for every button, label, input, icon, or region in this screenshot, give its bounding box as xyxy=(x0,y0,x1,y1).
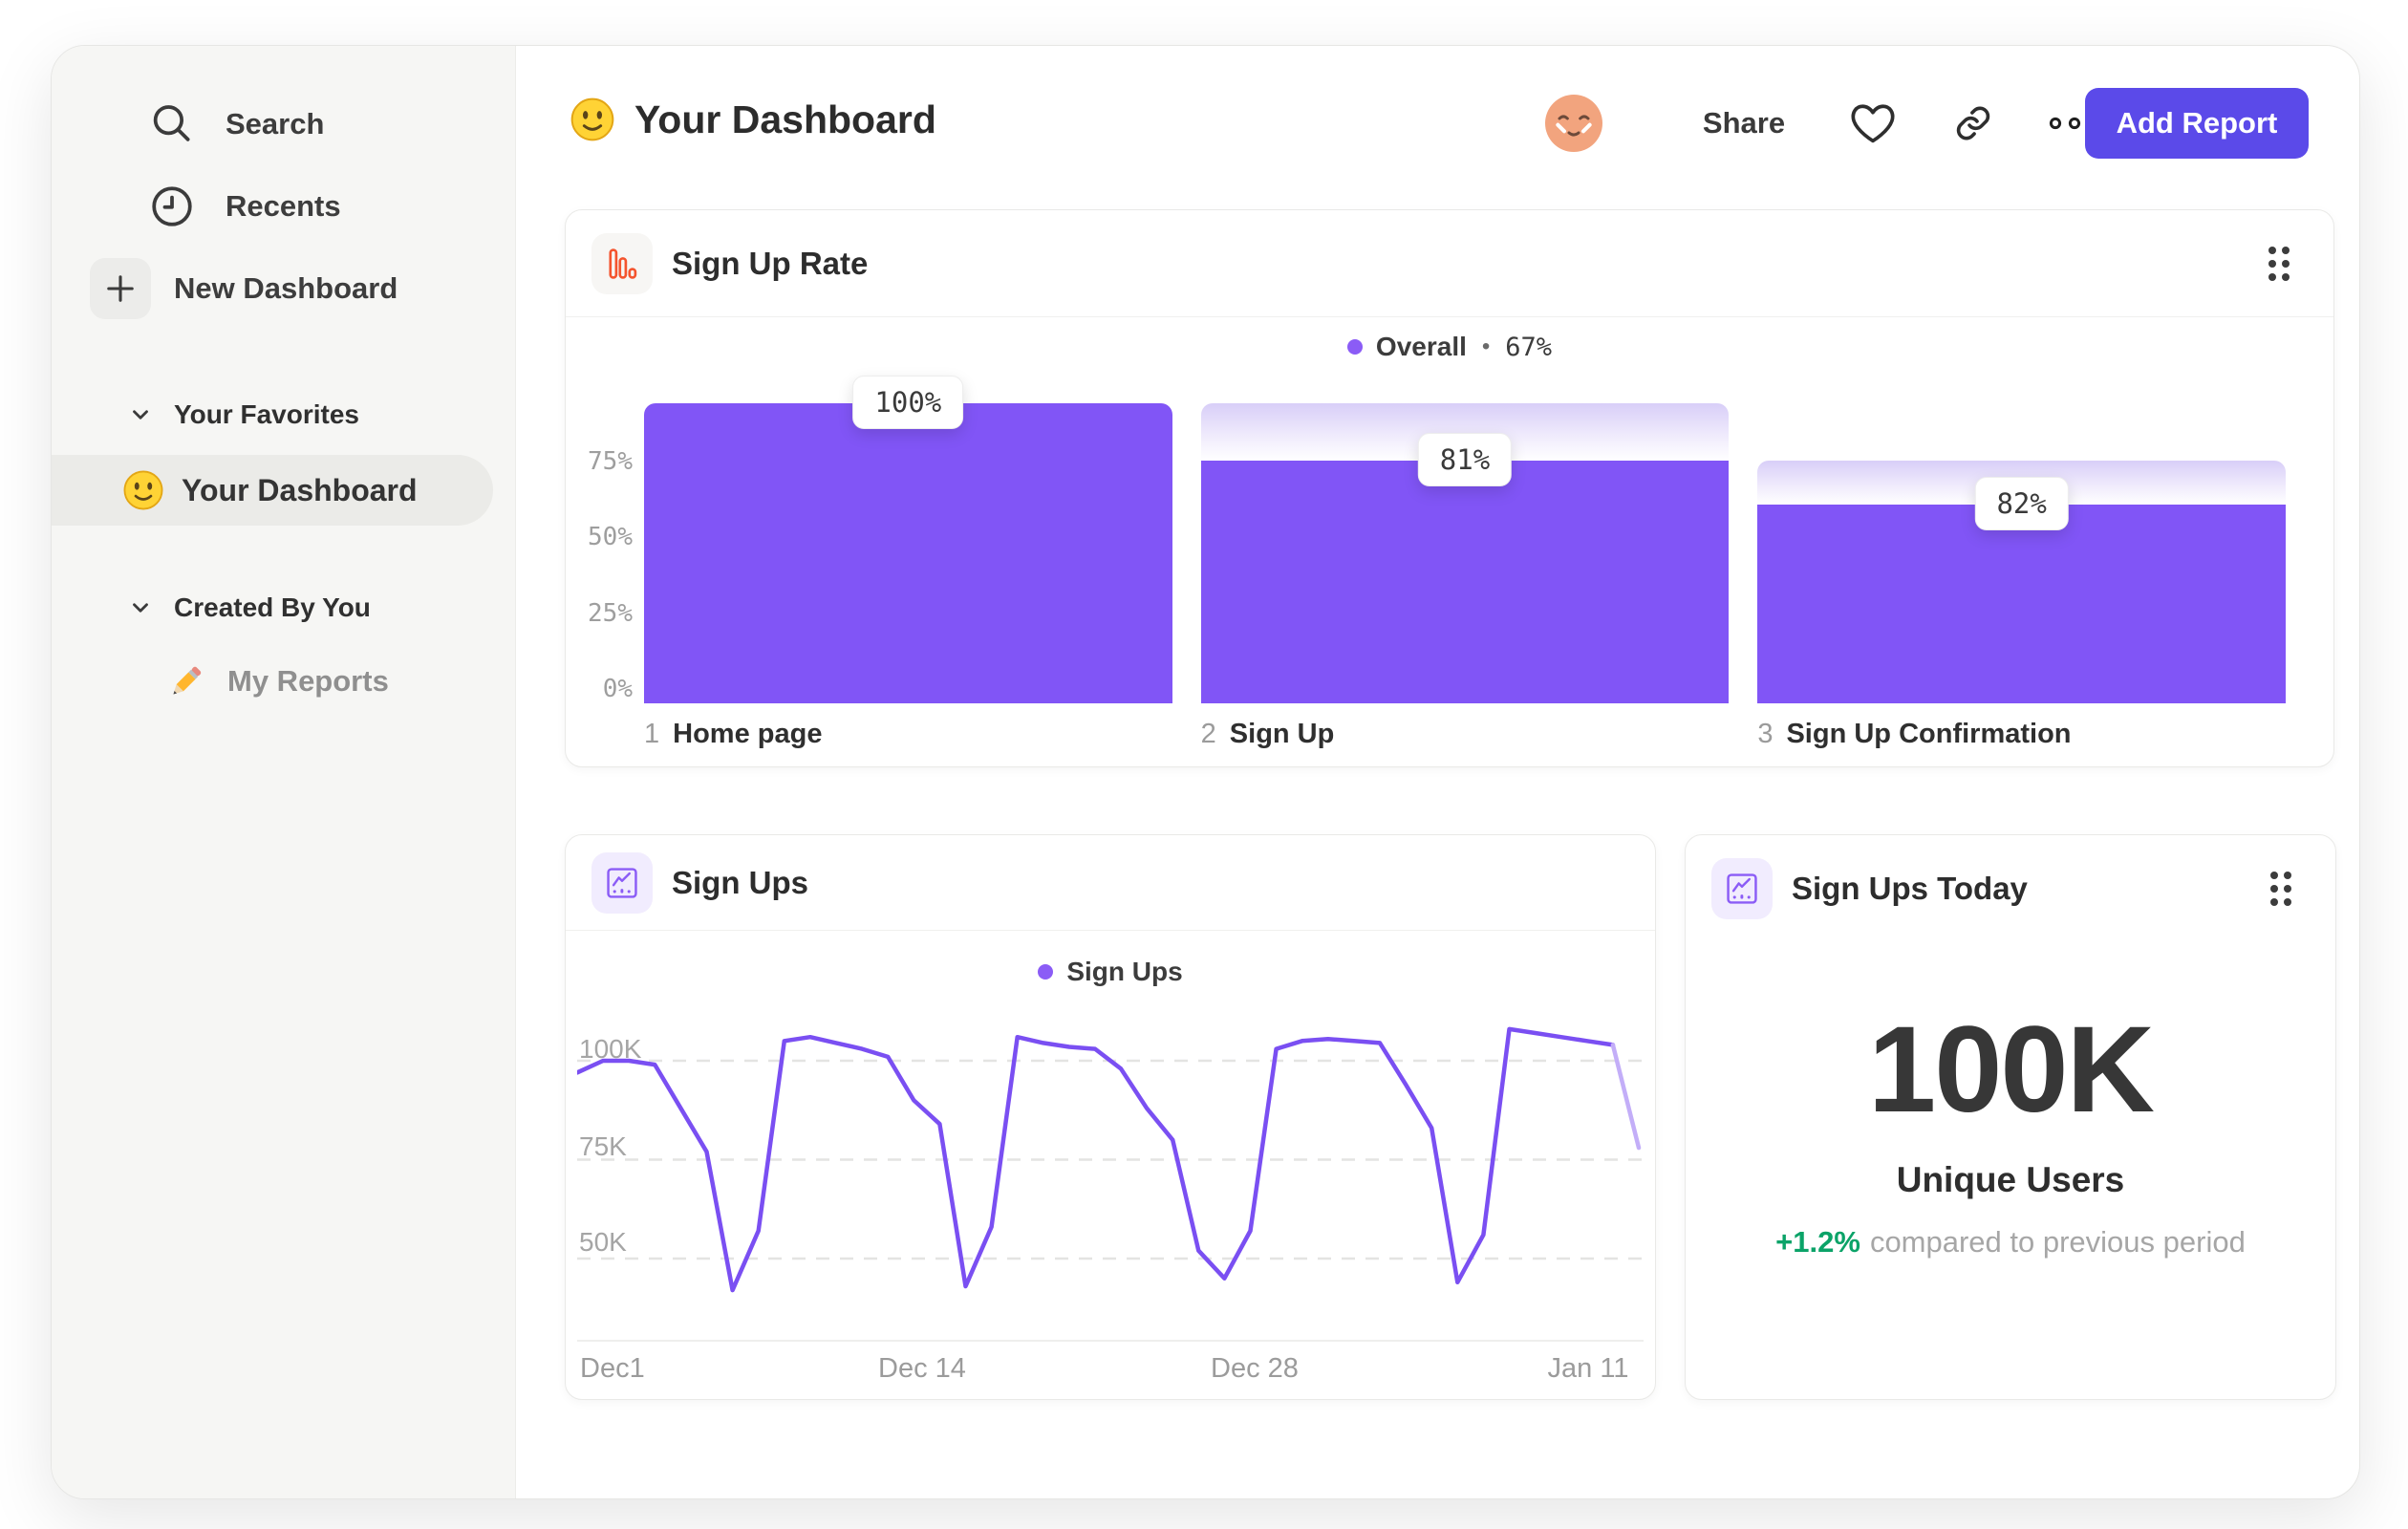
funnel-badge: 82% xyxy=(1974,476,2069,530)
card-title: Sign Ups Today xyxy=(1792,871,2028,906)
drag-handle-icon[interactable] xyxy=(2263,239,2295,289)
chevron-down-icon xyxy=(133,603,148,613)
funnel-step-label: 3 Sign Up Confirmation xyxy=(1757,719,2072,749)
smiley-emoji-icon xyxy=(123,470,163,510)
y-tick: 100K xyxy=(579,1034,642,1064)
x-tick: Jan 11 xyxy=(1547,1353,1629,1384)
x-axis-line xyxy=(577,1340,1644,1342)
funnel-bar-sign-up-confirmation: 82% xyxy=(1757,403,2286,703)
sidebar-item-label: My Reports xyxy=(227,664,389,698)
sidebar-item-search[interactable]: Search xyxy=(147,94,324,155)
x-tick: Dec 28 xyxy=(1211,1353,1299,1384)
sidebar-item-new-dashboard[interactable]: New Dashboard xyxy=(90,258,398,319)
funnel-legend: Overall • 67% xyxy=(566,332,2333,362)
x-tick: Dec1 xyxy=(580,1353,645,1384)
drag-handle-icon[interactable] xyxy=(2265,864,2297,914)
funnel-chart-icon xyxy=(591,232,653,294)
sidebar-section-created-by-you[interactable]: Created By You xyxy=(128,592,371,623)
x-tick: Dec 14 xyxy=(878,1353,966,1384)
funnel-step-label: 1 Home page xyxy=(644,719,823,749)
signup-rate-card: Sign Up Rate Overall • 67% 75% 50% 25% 0… xyxy=(565,209,2334,767)
line-chart-svg xyxy=(577,1026,1644,1293)
line-chart-icon xyxy=(1711,858,1773,919)
favorite-heart-icon[interactable] xyxy=(1848,98,1898,148)
sidebar-item-my-reports[interactable]: My Reports xyxy=(164,651,389,712)
sign-ups-today-header: Sign Ups Today xyxy=(1686,835,2335,942)
funnel-badge: 100% xyxy=(852,376,964,429)
y-tick: 25% xyxy=(588,599,633,628)
y-tick: 75% xyxy=(588,447,633,476)
pencil-emoji-icon xyxy=(173,666,202,695)
y-tick: 50% xyxy=(588,523,633,551)
card-title: Sign Up Rate xyxy=(672,245,869,281)
funnel-step-label: 2 Sign Up xyxy=(1200,719,1335,749)
app-window: Search Recents New Dashboard Your Favori… xyxy=(51,45,2360,1499)
sign-ups-card-header: Sign Ups xyxy=(566,835,1655,931)
kpi-label: Unique Users xyxy=(1896,1160,2125,1199)
plus-icon xyxy=(90,258,151,319)
sidebar-item-your-dashboard[interactable]: Your Dashboard xyxy=(52,455,493,526)
signup-rate-card-header: Sign Up Rate xyxy=(566,210,2333,317)
card-title: Sign Ups xyxy=(672,864,809,900)
avatar[interactable] xyxy=(1545,95,1602,152)
y-tick: 75K xyxy=(579,1131,627,1161)
y-tick: 0% xyxy=(602,675,633,703)
search-icon xyxy=(153,105,190,141)
kpi-change-caption: compared to previous period xyxy=(1869,1225,2246,1259)
sidebar-item-label: Your Dashboard xyxy=(182,472,418,507)
line-legend: Sign Ups xyxy=(566,957,1655,987)
sidebar-section-favorites[interactable]: Your Favorites xyxy=(128,399,359,430)
sidebar-item-label: Recents xyxy=(226,189,341,223)
funnel-step-labels: 1 Home page 2 Sign Up 3 Sign Up Confirmatio… xyxy=(644,719,2286,757)
share-button[interactable]: Share xyxy=(1703,106,1785,140)
sidebar-item-label: New Dashboard xyxy=(174,271,398,305)
chevron-down-icon xyxy=(133,410,148,420)
funnel-bar-sign-up: 81% xyxy=(1200,403,1730,703)
funnel-badge: 81% xyxy=(1417,432,1513,486)
legend-dot xyxy=(1346,339,1363,355)
sign-ups-today-card: Sign Ups Today 100K Unique Users +1.2% co… xyxy=(1685,834,2336,1400)
funnel-plot: 100% 81% 82% xyxy=(644,376,2286,703)
funnel-bar-home-page: 100% xyxy=(644,376,1172,703)
sidebar-item-recents[interactable]: Recents xyxy=(147,176,341,237)
kpi-change: +1.2% compared to previous period xyxy=(1686,1225,2335,1260)
sidebar-item-label: Search xyxy=(226,107,325,140)
sidebar: Search Recents New Dashboard Your Favori… xyxy=(52,46,516,1498)
clock-icon xyxy=(152,186,192,226)
line-chart-icon xyxy=(591,851,653,914)
smiley-emoji-icon xyxy=(570,97,614,141)
legend-dot xyxy=(1038,964,1054,980)
add-report-button[interactable]: Add Report xyxy=(2085,88,2309,159)
page-title: Your Dashboard xyxy=(570,97,936,142)
sign-ups-card: Sign Ups Sign Ups 100K 75K 50K Dec1 Dec … xyxy=(565,834,1656,1400)
copy-link-icon[interactable] xyxy=(1950,100,1996,146)
y-tick: 50K xyxy=(579,1227,627,1257)
kpi-change-value: +1.2% xyxy=(1775,1225,1860,1259)
kpi-value: 100K xyxy=(1868,1001,2155,1138)
line-chart-plot: 100K 75K 50K xyxy=(577,988,1644,1340)
